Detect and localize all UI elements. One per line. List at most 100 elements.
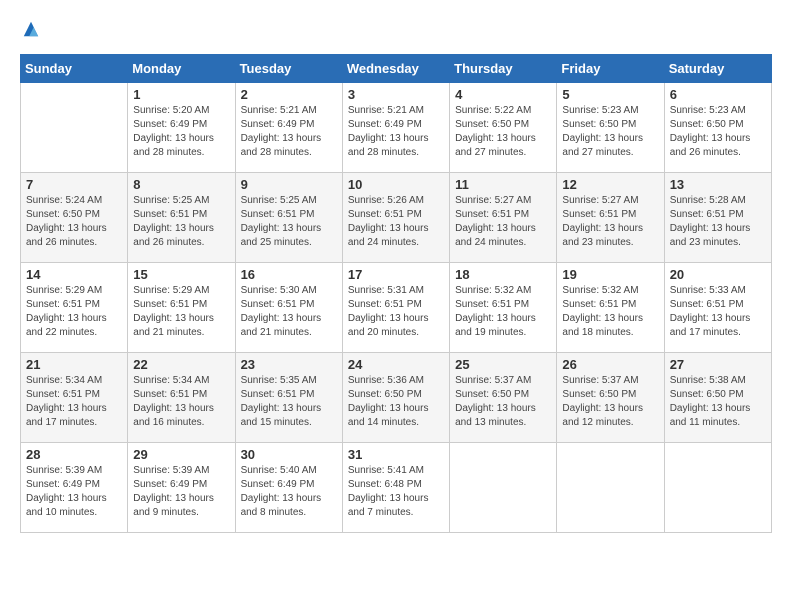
- calendar-cell: 1 Sunrise: 5:20 AM Sunset: 6:49 PM Daylig…: [128, 83, 235, 173]
- calendar-cell: [21, 83, 128, 173]
- calendar-week-1: 1 Sunrise: 5:20 AM Sunset: 6:49 PM Daylig…: [21, 83, 772, 173]
- calendar-cell: 14 Sunrise: 5:29 AM Sunset: 6:51 PM Dayli…: [21, 263, 128, 353]
- calendar-cell: 20 Sunrise: 5:33 AM Sunset: 6:51 PM Dayli…: [664, 263, 771, 353]
- day-number: 28: [26, 447, 122, 462]
- day-info: Sunrise: 5:33 AM Sunset: 6:51 PM Dayligh…: [670, 284, 766, 340]
- day-number: 11: [455, 177, 551, 192]
- day-info: Sunrise: 5:25 AM Sunset: 6:51 PM Dayligh…: [241, 194, 337, 250]
- day-number: 15: [133, 267, 229, 282]
- day-info: Sunrise: 5:27 AM Sunset: 6:51 PM Dayligh…: [455, 194, 551, 250]
- day-info: Sunrise: 5:24 AM Sunset: 6:50 PM Dayligh…: [26, 194, 122, 250]
- calendar-cell: 16Sunrise: 5:30 AM Sunset: 6:51 PM Dayli…: [235, 263, 342, 353]
- day-info: Sunrise: 5:38 AM Sunset: 6:50 PM Dayligh…: [670, 374, 766, 430]
- calendar-cell: [664, 443, 771, 533]
- day-info: Sunrise: 5:29 AM Sunset: 6:51 PM Dayligh…: [26, 284, 122, 340]
- day-number: 17: [348, 267, 444, 282]
- day-number: 13: [670, 177, 766, 192]
- calendar-cell: 22 Sunrise: 5:34 AM Sunset: 6:51 PM Dayli…: [128, 353, 235, 443]
- day-number: 4: [455, 87, 551, 102]
- calendar-cell: 3Sunrise: 5:21 AM Sunset: 6:49 PM Daylig…: [342, 83, 449, 173]
- day-info: Sunrise: 5:41 AM Sunset: 6:48 PM Dayligh…: [348, 464, 444, 520]
- day-number: 23: [241, 357, 337, 372]
- weekday-header-row: SundayMondayTuesdayWednesdayThursdayFrid…: [21, 55, 772, 83]
- calendar-cell: [450, 443, 557, 533]
- day-info: Sunrise: 5:35 AM Sunset: 6:51 PM Dayligh…: [241, 374, 337, 430]
- calendar-cell: 25 Sunrise: 5:37 AM Sunset: 6:50 PM Dayli…: [450, 353, 557, 443]
- day-info: Sunrise: 5:37 AM Sunset: 6:50 PM Dayligh…: [562, 374, 658, 430]
- day-info: Sunrise: 5:22 AM Sunset: 6:50 PM Dayligh…: [455, 104, 551, 160]
- day-number: 25: [455, 357, 551, 372]
- calendar-cell: 15 Sunrise: 5:29 AM Sunset: 6:51 PM Dayli…: [128, 263, 235, 353]
- calendar-week-5: 28 Sunrise: 5:39 AM Sunset: 6:49 PM Dayli…: [21, 443, 772, 533]
- day-info: Sunrise: 5:32 AM Sunset: 6:51 PM Dayligh…: [562, 284, 658, 340]
- calendar-cell: 7 Sunrise: 5:24 AM Sunset: 6:50 PM Daylig…: [21, 173, 128, 263]
- day-number: 24: [348, 357, 444, 372]
- day-number: 7: [26, 177, 122, 192]
- calendar-table: SundayMondayTuesdayWednesdayThursdayFrid…: [20, 54, 772, 533]
- day-info: Sunrise: 5:20 AM Sunset: 6:49 PM Dayligh…: [133, 104, 229, 160]
- day-number: 6: [670, 87, 766, 102]
- calendar-cell: 6 Sunrise: 5:23 AM Sunset: 6:50 PM Daylig…: [664, 83, 771, 173]
- day-number: 31: [348, 447, 444, 462]
- calendar-week-4: 21 Sunrise: 5:34 AM Sunset: 6:51 PM Dayli…: [21, 353, 772, 443]
- day-number: 1: [133, 87, 229, 102]
- day-number: 14: [26, 267, 122, 282]
- day-info: Sunrise: 5:31 AM Sunset: 6:51 PM Dayligh…: [348, 284, 444, 340]
- calendar-cell: 23 Sunrise: 5:35 AM Sunset: 6:51 PM Dayli…: [235, 353, 342, 443]
- day-info: Sunrise: 5:34 AM Sunset: 6:51 PM Dayligh…: [133, 374, 229, 430]
- day-info: Sunrise: 5:39 AM Sunset: 6:49 PM Dayligh…: [133, 464, 229, 520]
- calendar-cell: 5 Sunrise: 5:23 AM Sunset: 6:50 PM Daylig…: [557, 83, 664, 173]
- day-info: Sunrise: 5:34 AM Sunset: 6:51 PM Dayligh…: [26, 374, 122, 430]
- calendar-cell: 31 Sunrise: 5:41 AM Sunset: 6:48 PM Dayli…: [342, 443, 449, 533]
- page-header: [20, 20, 772, 38]
- day-number: 5: [562, 87, 658, 102]
- day-number: 21: [26, 357, 122, 372]
- weekday-header-wednesday: Wednesday: [342, 55, 449, 83]
- day-info: Sunrise: 5:32 AM Sunset: 6:51 PM Dayligh…: [455, 284, 551, 340]
- calendar-cell: 18Sunrise: 5:32 AM Sunset: 6:51 PM Dayli…: [450, 263, 557, 353]
- day-number: 9: [241, 177, 337, 192]
- calendar-week-3: 14 Sunrise: 5:29 AM Sunset: 6:51 PM Dayli…: [21, 263, 772, 353]
- day-number: 22: [133, 357, 229, 372]
- calendar-cell: 10Sunrise: 5:26 AM Sunset: 6:51 PM Dayli…: [342, 173, 449, 263]
- day-number: 16: [241, 267, 337, 282]
- calendar-cell: 30Sunrise: 5:40 AM Sunset: 6:49 PM Dayli…: [235, 443, 342, 533]
- weekday-header-sunday: Sunday: [21, 55, 128, 83]
- day-number: 8: [133, 177, 229, 192]
- calendar-cell: 24 Sunrise: 5:36 AM Sunset: 6:50 PM Dayli…: [342, 353, 449, 443]
- day-info: Sunrise: 5:28 AM Sunset: 6:51 PM Dayligh…: [670, 194, 766, 250]
- day-info: Sunrise: 5:23 AM Sunset: 6:50 PM Dayligh…: [670, 104, 766, 160]
- day-info: Sunrise: 5:36 AM Sunset: 6:50 PM Dayligh…: [348, 374, 444, 430]
- day-number: 2: [241, 87, 337, 102]
- day-info: Sunrise: 5:25 AM Sunset: 6:51 PM Dayligh…: [133, 194, 229, 250]
- calendar-cell: 13 Sunrise: 5:28 AM Sunset: 6:51 PM Dayli…: [664, 173, 771, 263]
- day-number: 26: [562, 357, 658, 372]
- day-number: 29: [133, 447, 229, 462]
- weekday-header-monday: Monday: [128, 55, 235, 83]
- day-info: Sunrise: 5:21 AM Sunset: 6:49 PM Dayligh…: [348, 104, 444, 160]
- weekday-header-thursday: Thursday: [450, 55, 557, 83]
- calendar-cell: 28 Sunrise: 5:39 AM Sunset: 6:49 PM Dayli…: [21, 443, 128, 533]
- day-info: Sunrise: 5:37 AM Sunset: 6:50 PM Dayligh…: [455, 374, 551, 430]
- day-info: Sunrise: 5:27 AM Sunset: 6:51 PM Dayligh…: [562, 194, 658, 250]
- day-number: 20: [670, 267, 766, 282]
- weekday-header-saturday: Saturday: [664, 55, 771, 83]
- weekday-header-friday: Friday: [557, 55, 664, 83]
- day-number: 19: [562, 267, 658, 282]
- day-info: Sunrise: 5:39 AM Sunset: 6:49 PM Dayligh…: [26, 464, 122, 520]
- day-number: 12: [562, 177, 658, 192]
- day-info: Sunrise: 5:29 AM Sunset: 6:51 PM Dayligh…: [133, 284, 229, 340]
- calendar-cell: 11 Sunrise: 5:27 AM Sunset: 6:51 PM Dayli…: [450, 173, 557, 263]
- day-info: Sunrise: 5:23 AM Sunset: 6:50 PM Dayligh…: [562, 104, 658, 160]
- calendar-cell: 27 Sunrise: 5:38 AM Sunset: 6:50 PM Dayli…: [664, 353, 771, 443]
- day-number: 27: [670, 357, 766, 372]
- calendar-cell: 2 Sunrise: 5:21 AM Sunset: 6:49 PM Daylig…: [235, 83, 342, 173]
- day-number: 10: [348, 177, 444, 192]
- calendar-cell: 12 Sunrise: 5:27 AM Sunset: 6:51 PM Dayli…: [557, 173, 664, 263]
- day-info: Sunrise: 5:40 AM Sunset: 6:49 PM Dayligh…: [241, 464, 337, 520]
- logo: [20, 20, 42, 38]
- day-info: Sunrise: 5:21 AM Sunset: 6:49 PM Dayligh…: [241, 104, 337, 160]
- calendar-cell: 4 Sunrise: 5:22 AM Sunset: 6:50 PM Daylig…: [450, 83, 557, 173]
- calendar-cell: 9 Sunrise: 5:25 AM Sunset: 6:51 PM Daylig…: [235, 173, 342, 263]
- calendar-cell: 8 Sunrise: 5:25 AM Sunset: 6:51 PM Daylig…: [128, 173, 235, 263]
